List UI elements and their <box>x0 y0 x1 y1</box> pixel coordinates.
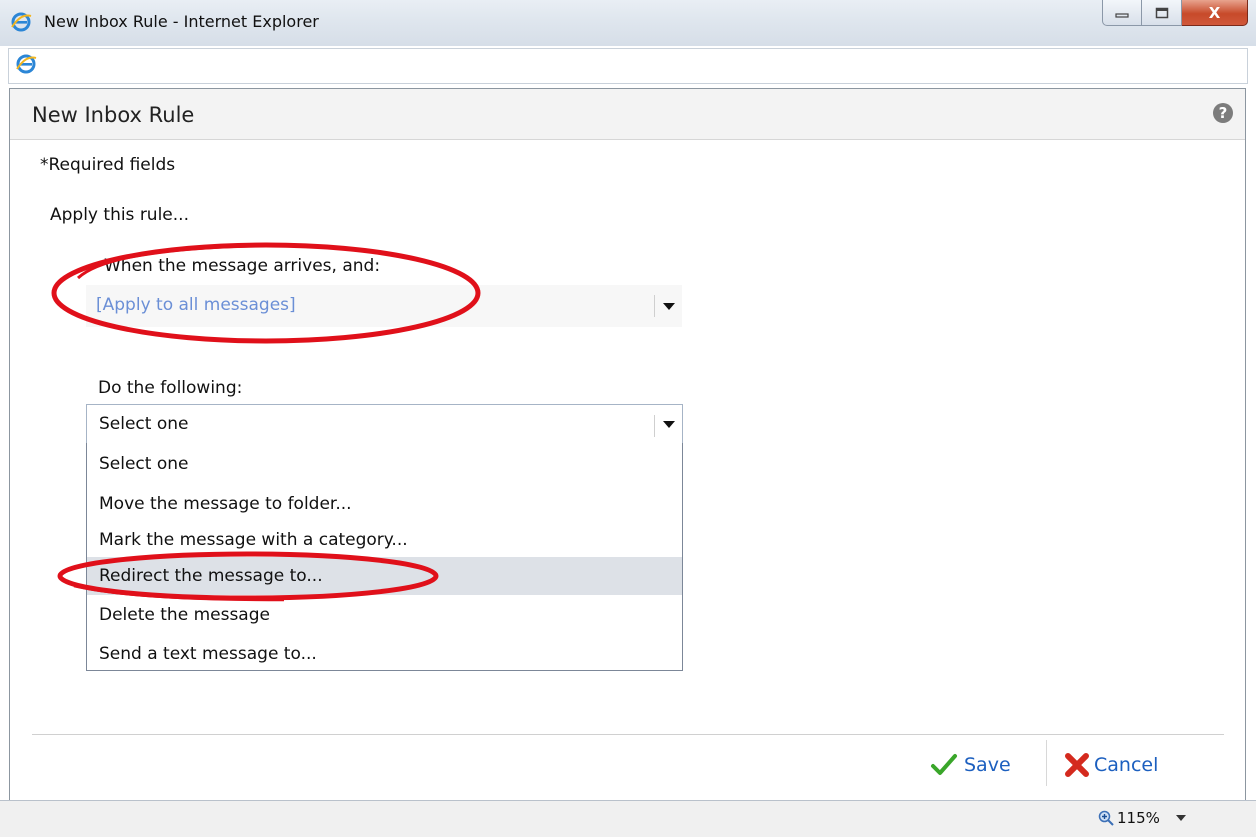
apply-rule-label: Apply this rule... <box>50 205 189 225</box>
button-separator <box>1046 740 1047 786</box>
cancel-x-icon <box>1065 753 1089 777</box>
action-select[interactable]: Select one <box>86 404 683 444</box>
window-controls: X <box>1102 0 1248 28</box>
maximize-button[interactable] <box>1142 0 1182 26</box>
action-option-redirect[interactable]: Redirect the message to... <box>87 557 682 595</box>
page-title: New Inbox Rule <box>32 103 195 127</box>
condition-select[interactable]: [Apply to all messages] <box>86 285 682 327</box>
divider <box>654 295 655 317</box>
zoom-level: 115% <box>1117 809 1160 827</box>
required-fields-note: *Required fields <box>40 155 176 175</box>
status-bar: 115% <box>0 800 1256 837</box>
chevron-down-icon <box>663 303 675 310</box>
action-label: Do the following: <box>98 378 243 398</box>
chevron-down-icon <box>663 421 675 428</box>
address-bar <box>0 46 1256 86</box>
action-dropdown-list: Select one Move the message to folder...… <box>86 443 683 671</box>
zoom-control[interactable]: 115% <box>1098 809 1186 827</box>
close-icon: X <box>1208 3 1221 22</box>
action-option-mark-category[interactable]: Mark the message with a category... <box>87 521 682 559</box>
footer-divider <box>32 734 1224 735</box>
action-option-send-text[interactable]: Send a text message to... <box>87 635 682 673</box>
save-label: Save <box>964 754 1011 776</box>
internet-explorer-icon <box>16 54 37 74</box>
minimize-button[interactable] <box>1102 0 1142 26</box>
window-title-bar: New Inbox Rule - Internet Explorer X <box>0 0 1256 46</box>
condition-select-value: [Apply to all messages] <box>96 295 296 315</box>
condition-label: When the message arrives, and: <box>104 256 381 276</box>
chevron-down-icon[interactable] <box>1175 815 1186 821</box>
dialog-header: New Inbox Rule ? <box>10 89 1245 140</box>
zoom-icon <box>1098 810 1114 826</box>
cancel-label: Cancel <box>1094 754 1159 776</box>
action-option-delete[interactable]: Delete the message <box>87 596 682 634</box>
checkmark-icon <box>931 754 957 775</box>
close-button[interactable]: X <box>1182 0 1248 26</box>
condition-dropdown-button[interactable] <box>654 285 682 327</box>
action-option-move-to-folder[interactable]: Move the message to folder... <box>87 485 682 523</box>
divider <box>654 415 655 437</box>
action-dropdown-button[interactable] <box>654 405 682 443</box>
internet-explorer-icon <box>11 12 32 32</box>
maximize-icon <box>1155 7 1168 18</box>
address-field[interactable] <box>8 48 1248 84</box>
window-title: New Inbox Rule - Internet Explorer <box>44 12 319 31</box>
minimize-icon <box>1115 12 1129 18</box>
save-button[interactable]: Save <box>930 748 1011 782</box>
action-option-select-one[interactable]: Select one <box>87 445 682 483</box>
cancel-button[interactable]: Cancel <box>1064 748 1158 782</box>
help-icon[interactable]: ? <box>1213 103 1233 123</box>
action-select-value: Select one <box>99 414 189 434</box>
